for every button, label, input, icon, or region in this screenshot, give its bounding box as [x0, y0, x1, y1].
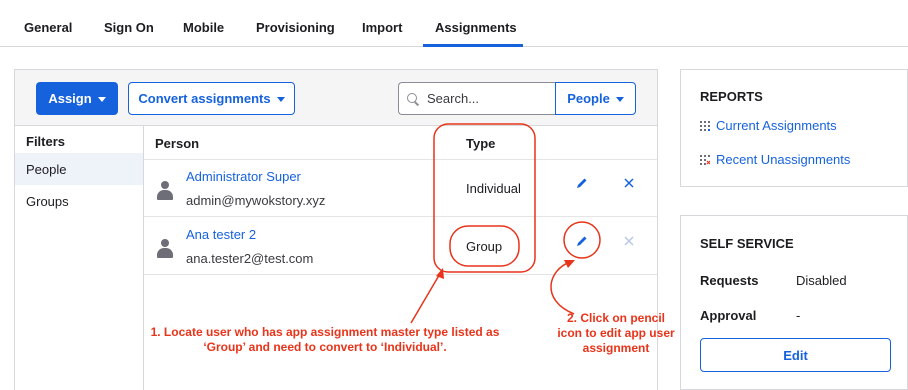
search-icon	[407, 92, 419, 105]
tab-sign-on[interactable]: Sign On	[104, 20, 154, 35]
annotation-step-2: 2. Click on pencil icon to edit app user…	[552, 311, 680, 356]
chevron-down-icon	[615, 96, 624, 102]
person-email: ana.tester2@test.com	[186, 251, 314, 266]
header-divider	[144, 159, 657, 160]
convert-assignments-button[interactable]: Convert assignments	[128, 82, 295, 115]
requests-label: Requests	[700, 273, 759, 288]
self-service-title: SELF SERVICE	[700, 236, 794, 251]
annotation-step-1-line-1: 1. Locate user who has app assignment ma…	[150, 325, 500, 339]
convert-assignments-label: Convert assignments	[138, 91, 271, 106]
assign-button-label: Assign	[48, 91, 92, 106]
assignment-type: Individual	[466, 181, 521, 196]
approval-value: -	[796, 308, 801, 323]
chevron-down-icon	[97, 96, 106, 102]
person-name-link[interactable]: Administrator Super	[186, 169, 301, 184]
recent-unassignments-label: Recent Unassignments	[716, 152, 851, 167]
assign-button[interactable]: Assign	[36, 82, 118, 115]
annotation-step-1-line-2: ‘Group’ and need to convert to ‘Individu…	[203, 340, 447, 354]
pencil-icon[interactable]	[575, 176, 589, 190]
filter-groups[interactable]: Groups	[15, 185, 143, 217]
row-divider	[144, 216, 657, 217]
filters-title: Filters	[26, 134, 66, 149]
tab-provisioning[interactable]: Provisioning	[256, 20, 335, 35]
recent-unassignments-link[interactable]: Recent Unassignments	[700, 152, 850, 167]
people-dropdown-label: People	[567, 91, 610, 106]
report-grid-x-icon	[700, 154, 710, 165]
chevron-down-icon	[276, 96, 285, 102]
annotation-step-1: 1. Locate user who has app assignment ma…	[149, 325, 501, 355]
filter-people[interactable]: People	[15, 153, 143, 185]
requests-value: Disabled	[796, 273, 847, 288]
self-service-panel: SELF SERVICE Requests Disabled Approval …	[680, 215, 908, 390]
annotation-step-2-line-1: 2. Click on pencil	[566, 311, 666, 325]
edit-button[interactable]: Edit	[700, 338, 891, 372]
user-avatar-icon	[156, 239, 174, 259]
current-assignments-link[interactable]: Current Assignments	[700, 118, 837, 133]
close-icon[interactable]	[624, 236, 634, 246]
tab-general[interactable]: General	[24, 20, 72, 35]
annotation-step-2-line-2: icon to edit app user	[557, 326, 675, 340]
filters-sidebar: Filters People Groups	[15, 126, 144, 390]
tab-mobile[interactable]: Mobile	[183, 20, 224, 35]
search-input[interactable]	[427, 91, 547, 106]
row-divider	[144, 274, 657, 275]
person-email: admin@mywokstory.xyz	[186, 193, 326, 208]
active-tab-indicator	[423, 44, 523, 47]
assignments-toolbar: Assign Convert assignments People	[15, 70, 657, 126]
pencil-icon[interactable]	[575, 234, 589, 248]
people-dropdown[interactable]: People	[555, 82, 636, 115]
assignment-type: Group	[466, 239, 503, 254]
app-tabs: General Sign On Mobile Provisioning Impo…	[0, 0, 908, 47]
reports-title: REPORTS	[700, 89, 763, 104]
search-box	[398, 82, 556, 115]
person-name-link[interactable]: Ana tester 2	[186, 227, 256, 242]
reports-panel: REPORTS Current Assignments Recent Unass…	[680, 69, 908, 187]
report-grid-icon	[700, 120, 710, 131]
close-icon[interactable]	[624, 178, 634, 188]
user-avatar-icon	[156, 181, 174, 201]
approval-label: Approval	[700, 308, 757, 323]
column-header-type: Type	[466, 136, 496, 151]
annotation-step-2-line-3: assignment	[582, 341, 650, 355]
tab-import[interactable]: Import	[362, 20, 402, 35]
current-assignments-label: Current Assignments	[716, 118, 837, 133]
column-header-person: Person	[155, 136, 200, 151]
tab-assignments[interactable]: Assignments	[435, 20, 517, 35]
